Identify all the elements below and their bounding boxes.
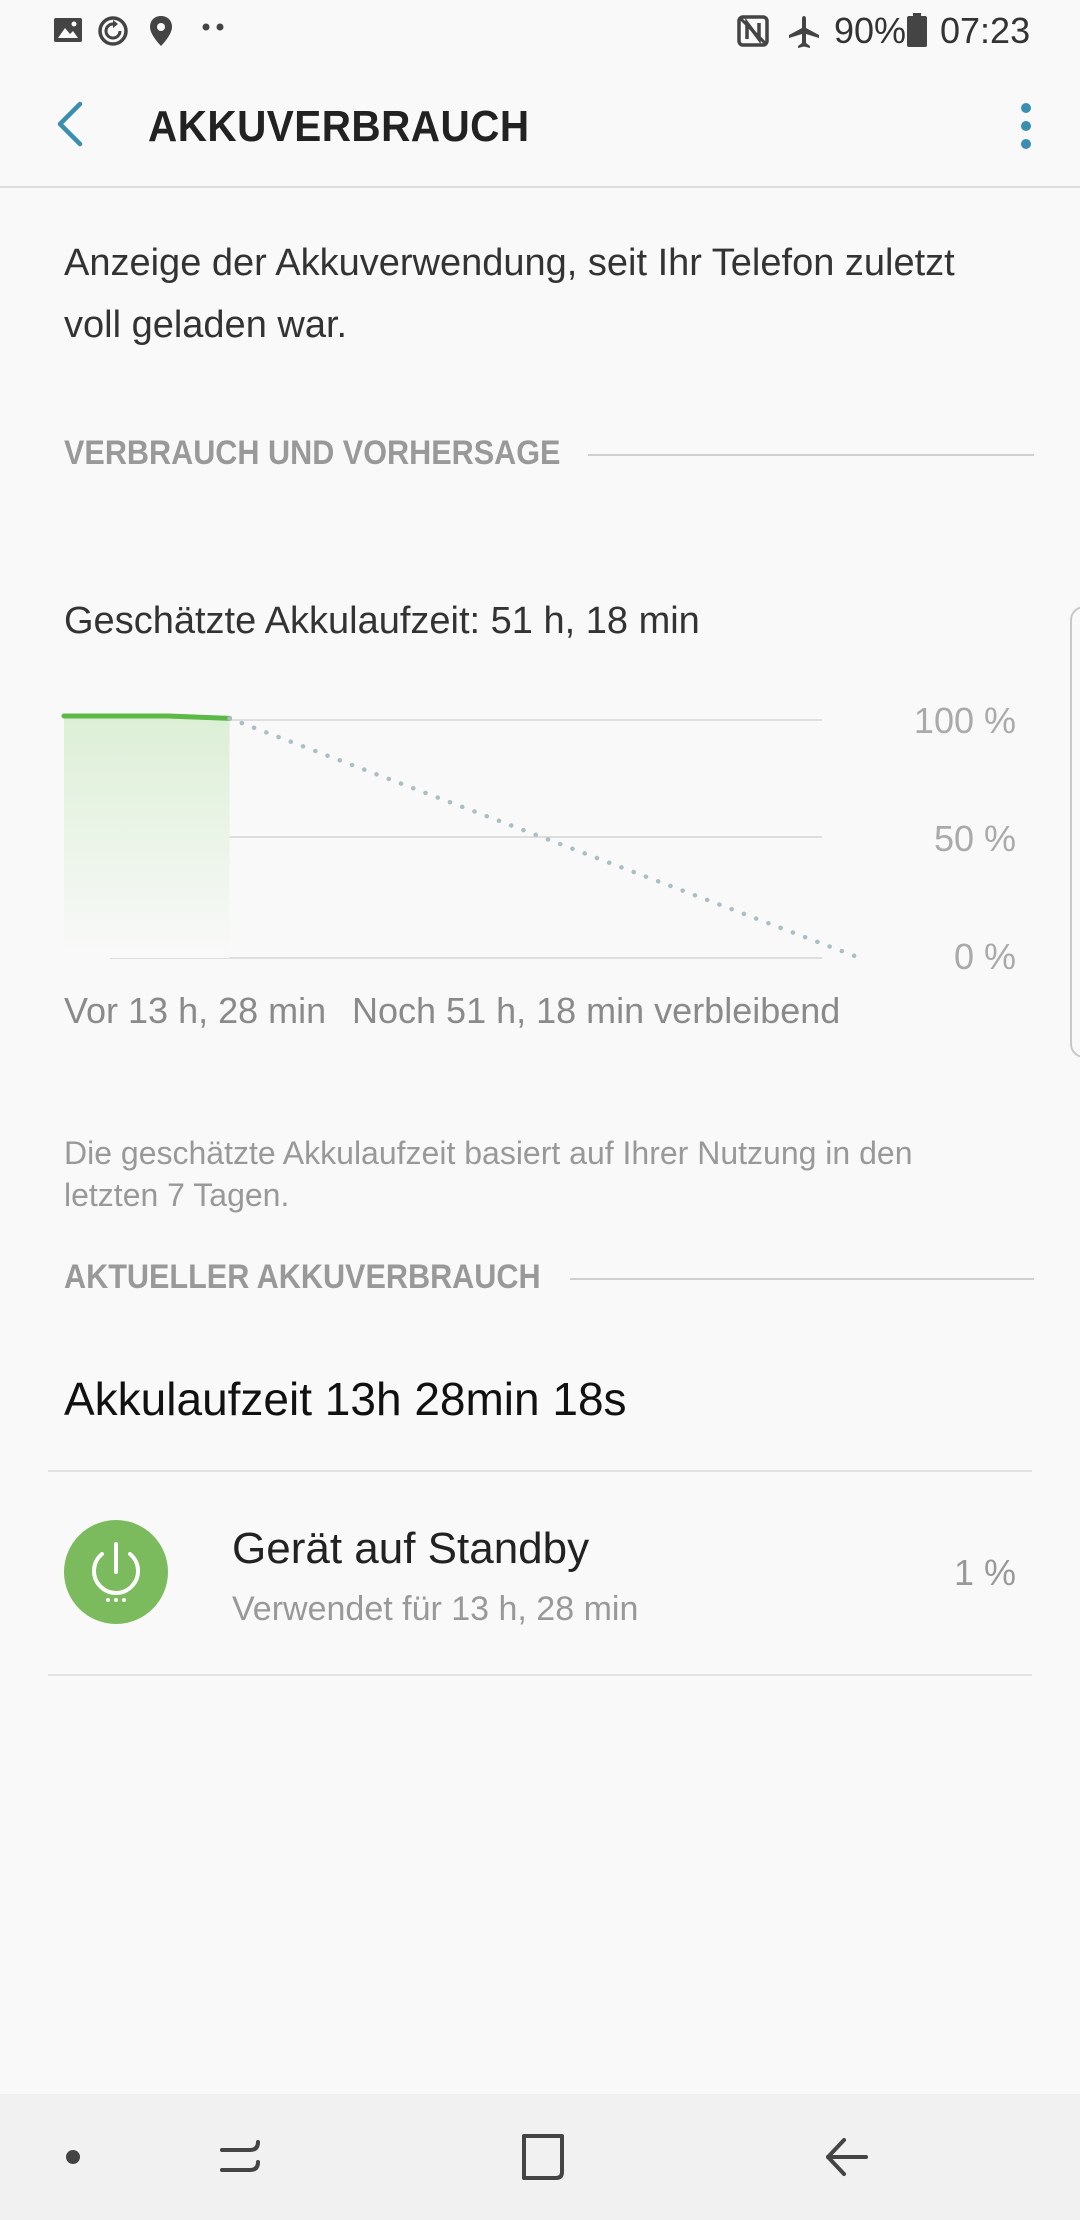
usage-area: [64, 716, 230, 958]
item-percent: 1 %: [953, 1552, 1016, 1593]
y-tick-label: 50 %: [933, 818, 1016, 859]
page-title: AKKUVERBRAUCH: [148, 102, 530, 151]
section-header-label: AKTUELLER AKKUVERBRAUCH: [64, 1258, 541, 1296]
x-label-right: Noch 51 h, 18 min verbleibend: [352, 990, 841, 1031]
more-notifications-icon: [202, 23, 224, 31]
power-icon: [64, 1520, 168, 1624]
navigation-bar: [0, 2094, 1080, 2220]
home-icon[interactable]: [510, 2124, 576, 2190]
gallery-icon: [54, 18, 82, 42]
y-tick-label: 0 %: [953, 936, 1016, 977]
x-label-left: Vor 13 h, 28 min: [64, 990, 327, 1031]
location-icon: [150, 16, 172, 46]
nfc-icon: [737, 15, 769, 47]
battery-percent: 90%: [834, 10, 907, 51]
edge-panel-handle[interactable]: [1070, 606, 1080, 1058]
y-tick-label: 100 %: [913, 700, 1016, 741]
battery-chart: 100 % 50 % 0 %: [0, 690, 1080, 1030]
battery-runtime: Akkulaufzeit 13h 28min 18s: [64, 1373, 627, 1425]
back-arrow-icon[interactable]: [42, 92, 106, 156]
usage-line: [61, 713, 233, 721]
section-divider: [570, 1278, 1034, 1280]
section-header-usage: VERBRAUCH UND VORHERSAGE: [64, 434, 1034, 474]
item-subtitle: Verwendet für 13 h, 28 min: [232, 1590, 639, 1628]
dot-icon[interactable]: [40, 2124, 106, 2190]
more-vertical-icon[interactable]: [1006, 94, 1046, 158]
app-bar: AKKUVERBRAUCH: [0, 64, 1080, 188]
section-header-current: AKTUELLER AKKUVERBRAUCH: [64, 1258, 1034, 1298]
estimate-note: Die geschätzte Akkulaufzeit basiert auf …: [64, 1135, 913, 1213]
battery-icon: [907, 13, 927, 47]
estimated-battery-life: Geschätzte Akkulaufzeit: 51 h, 18 min: [64, 600, 700, 642]
item-title: Gerät auf Standby: [232, 1524, 590, 1573]
section-header-label: VERBRAUCH UND VORHERSAGE: [64, 434, 561, 472]
list-item-device-standby[interactable]: Gerät auf Standby Verwendet für 13 h, 28…: [0, 1472, 1080, 1672]
list-divider: [48, 1674, 1032, 1676]
sync-icon: [98, 16, 128, 46]
airplane-mode-icon: [789, 16, 819, 48]
intro-text: Anzeige der Akkuverwendung, seit Ihr Tel…: [64, 242, 955, 346]
section-divider: [588, 454, 1034, 456]
recent-apps-icon[interactable]: [208, 2124, 274, 2190]
clock: 07:23: [940, 10, 1031, 51]
back-icon[interactable]: [814, 2124, 880, 2190]
status-bar: 90% 07:23: [0, 0, 1080, 64]
forecast-line: [227, 716, 863, 961]
